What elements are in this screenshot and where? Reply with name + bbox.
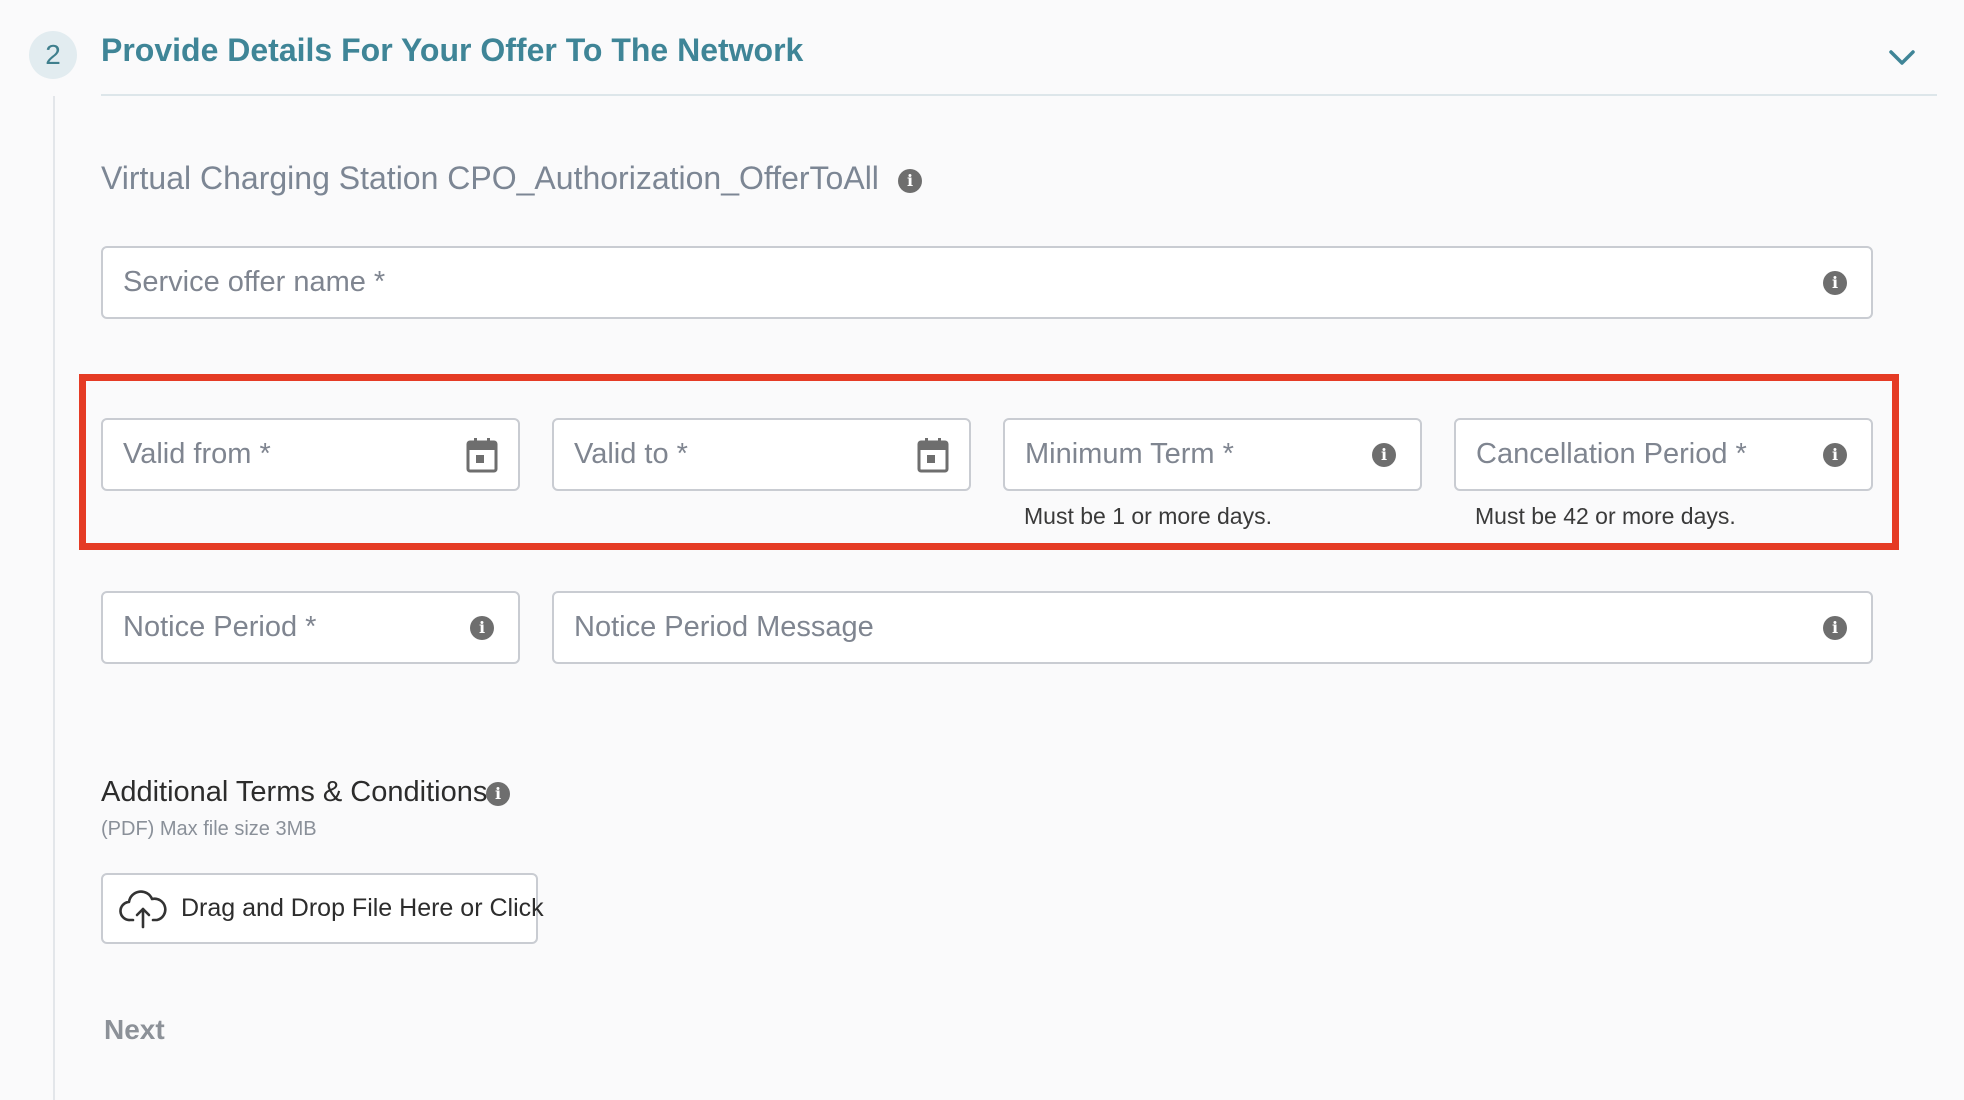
info-icon[interactable]: i bbox=[1823, 615, 1847, 640]
info-icon[interactable]: i bbox=[1823, 270, 1847, 295]
header-divider bbox=[101, 94, 1937, 96]
step-number-badge: 2 bbox=[29, 31, 77, 79]
service-offer-name-input[interactable]: Service offer name * i bbox=[101, 246, 1873, 319]
info-icon[interactable]: i bbox=[486, 782, 510, 806]
next-button[interactable]: Next bbox=[101, 1010, 168, 1050]
info-icon[interactable]: i bbox=[470, 615, 494, 640]
valid-to-placeholder: Valid to * bbox=[574, 438, 688, 470]
info-icon[interactable]: i bbox=[1372, 442, 1396, 467]
info-icon[interactable]: i bbox=[1823, 442, 1847, 467]
calendar-icon[interactable] bbox=[917, 437, 949, 473]
minimum-term-hint: Must be 1 or more days. bbox=[1024, 503, 1272, 529]
valid-from-input[interactable]: Valid from * bbox=[101, 418, 520, 491]
terms-label: Additional Terms & Conditions bbox=[101, 776, 488, 808]
file-upload-label: Drag and Drop File Here or Click bbox=[181, 894, 544, 922]
info-icon[interactable]: i bbox=[898, 169, 922, 193]
notice-period-message-placeholder: Notice Period Message bbox=[574, 611, 874, 643]
minimum-term-placeholder: Minimum Term * bbox=[1025, 438, 1234, 470]
notice-period-placeholder: Notice Period * bbox=[123, 611, 317, 643]
valid-from-placeholder: Valid from * bbox=[123, 438, 271, 470]
cancellation-period-input[interactable]: Cancellation Period * i bbox=[1454, 418, 1873, 491]
terms-file-hint: (PDF) Max file size 3MB bbox=[101, 818, 317, 840]
offer-name-label: Virtual Charging Station CPO_Authorizati… bbox=[101, 160, 879, 196]
step-connector-line bbox=[53, 96, 55, 1100]
minimum-term-input[interactable]: Minimum Term * i bbox=[1003, 418, 1422, 491]
section-title[interactable]: Provide Details For Your Offer To The Ne… bbox=[101, 28, 803, 72]
chevron-down-icon[interactable] bbox=[1884, 40, 1920, 76]
cloud-upload-icon bbox=[119, 889, 167, 929]
service-offer-name-placeholder: Service offer name * bbox=[123, 266, 386, 298]
cancellation-period-placeholder: Cancellation Period * bbox=[1476, 438, 1747, 470]
calendar-icon[interactable] bbox=[466, 437, 498, 473]
notice-period-input[interactable]: Notice Period * i bbox=[101, 591, 520, 664]
file-upload-button[interactable]: Drag and Drop File Here or Click bbox=[101, 873, 544, 944]
page: 2 Provide Details For Your Offer To The … bbox=[0, 0, 1964, 1100]
valid-to-input[interactable]: Valid to * bbox=[552, 418, 971, 491]
cancellation-period-hint: Must be 42 or more days. bbox=[1475, 503, 1736, 529]
notice-period-message-input[interactable]: Notice Period Message i bbox=[552, 591, 1873, 664]
